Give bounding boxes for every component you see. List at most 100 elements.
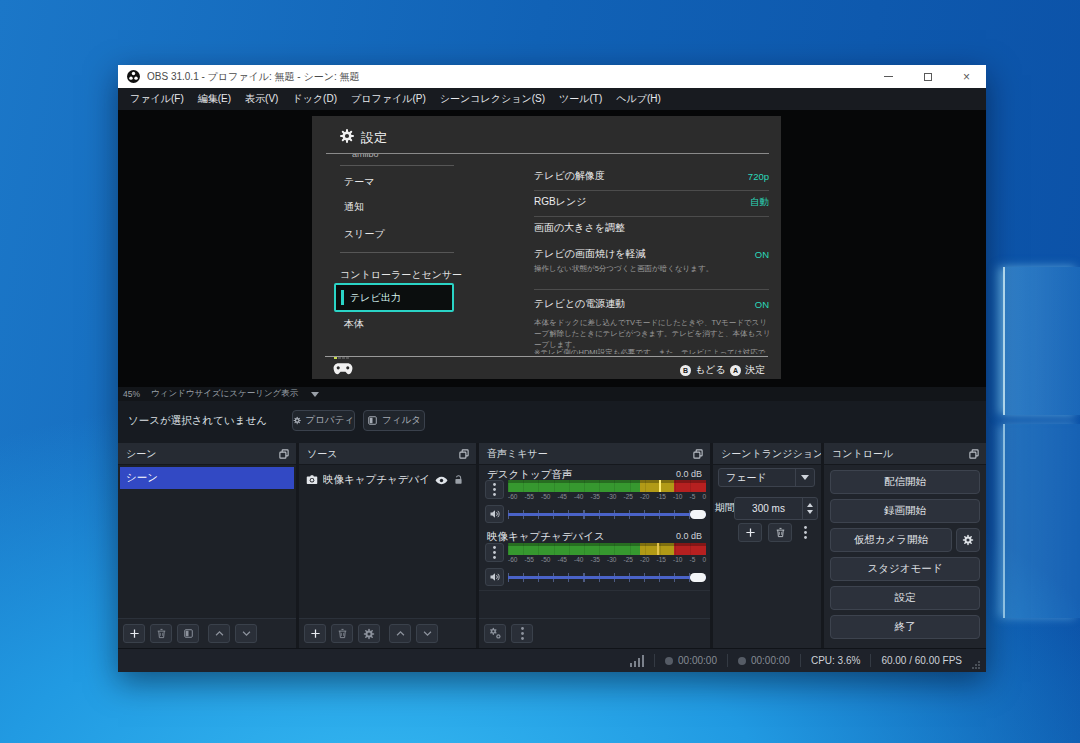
scene-item-selected[interactable]: シーン [120,467,294,489]
sources-dock-header: ソース [299,443,476,465]
scale-dropdown-caret-icon[interactable] [311,392,319,397]
minimize-button[interactable] [869,65,908,88]
settings-desc-burnin: 操作しない状態が5分つづくと画面が暗くなります。 [534,263,771,274]
menu-view[interactable]: 表示(V) [238,92,285,106]
source-name: 映像キャプチャデバイス [323,473,430,487]
duration-value: 300 ms [735,503,802,514]
volume-slider[interactable] [508,572,706,583]
sources-toolbar [299,618,476,648]
virtual-camera-settings-button[interactable] [956,528,980,552]
sidebar-item-sleep: スリープ [344,227,385,241]
menu-profile[interactable]: プロファイル(P) [344,92,433,106]
settings-button[interactable]: 設定 [830,586,980,610]
settings-title: 設定 [361,129,387,147]
popout-icon[interactable] [968,448,980,460]
source-toolbar: ソースが選択されていません プロパティ フィルタ [118,401,986,443]
controls-dock-title: コントロール [832,447,893,461]
sidebar-item-console: 本体 [344,317,364,331]
resize-grip[interactable] [972,661,980,672]
menubar: ファイル(F) 編集(E) 表示(V) ドック(D) プロファイル(P) シーン… [118,88,986,110]
preview-scale-bar: 45% ウィンドウサイズにスケーリング表示 [118,387,986,401]
maximize-button[interactable] [908,65,947,88]
transitions-dock-title: シーントランジション [721,447,821,461]
add-scene-button[interactable] [123,624,145,643]
mixer-separator [479,590,710,591]
channel-level: 0.0 dB [676,531,702,541]
settings-row-resolution: テレビの解像度720p [534,169,769,183]
lock-icon[interactable] [453,474,464,486]
menu-scene-collection[interactable]: シーンコレクション(S) [433,92,552,106]
mixer-body: デスクトップ音声 0.0 dB -60-55-50-45-40-35-30-25… [479,465,710,618]
remove-scene-button[interactable] [150,624,172,643]
scene-down-button[interactable] [235,624,257,643]
row-divider [534,190,769,191]
hint-ok: A 決定 [730,363,765,377]
peak-indicator [659,480,661,492]
sidebar-item-controllers: コントローラーとセンサー [340,268,462,282]
sidebar-divider [340,165,454,166]
remove-transition-button[interactable] [768,523,792,542]
settings-row-power-sync: テレビとの電源連動ON [534,297,769,311]
scenes-dock: シーン シーン [118,443,296,648]
menu-help[interactable]: ヘルプ(H) [609,92,668,106]
source-up-button[interactable] [389,624,411,643]
signal-icon [630,655,644,667]
sidebar-item-tv-output-selected: テレビ出力 [334,283,454,312]
menu-edit[interactable]: 編集(E) [191,92,238,106]
exit-button[interactable]: 終了 [830,615,980,639]
filters-button[interactable]: フィルタ [363,410,425,431]
properties-button[interactable]: プロパティ [292,410,355,431]
source-properties-button[interactable] [358,624,380,643]
volume-slider[interactable] [508,509,706,520]
transition-select[interactable]: フェード [718,468,815,487]
sidebar-item-theme: テーマ [344,175,374,189]
transition-menu-button[interactable] [797,523,813,542]
menu-docks[interactable]: ドック(D) [285,92,344,106]
volume-meter [508,543,706,555]
duration-spinner[interactable]: 300 ms [734,497,818,520]
popout-icon[interactable] [278,448,290,460]
slider-handle[interactable] [690,510,706,519]
start-streaming-button[interactable]: 配信開始 [830,470,980,494]
a-button-icon: A [730,365,741,376]
meter-scale: -60-55-50-45-40-35-30-25-20-15-10-50 [508,556,706,563]
spinner-arrows[interactable] [802,498,817,519]
source-down-button[interactable] [416,624,438,643]
popout-icon[interactable] [458,448,470,460]
remove-source-button[interactable] [331,624,353,643]
mute-speaker-button[interactable] [485,568,504,586]
meter-scale: -60-55-50-45-40-35-30-25-20-15-10-50 [508,493,706,500]
add-transition-button[interactable] [738,523,762,542]
record-icon [738,657,746,665]
scene-up-button[interactable] [208,624,230,643]
audio-mixer-dock: 音声ミキサー デスクトップ音声 0.0 dB -60-55-50-45-40-3… [479,443,710,648]
visibility-eye-icon[interactable] [435,474,448,487]
popout-icon[interactable] [692,448,704,460]
preview-area[interactable]: 設定 amiibo テーマ 通知 スリープ コントローラーとセンサー テレビ出力… [118,110,986,387]
start-virtual-camera-button[interactable]: 仮想カメラ開始 [830,528,952,552]
fps-counter: 60.00 / 60.00 FPS [881,655,962,666]
slider-handle[interactable] [690,573,706,582]
channel-menu-button[interactable] [485,543,504,562]
start-recording-button[interactable]: 録画開始 [830,499,980,523]
wallpaper-logo-pane-top [1003,267,1080,415]
mute-speaker-button[interactable] [485,505,504,523]
source-list: 映像キャプチャデバイス [299,465,476,618]
close-button[interactable]: × [947,65,986,88]
window-title: OBS 31.0.1 - プロファイル: 無題 - シーン: 無題 [147,70,359,84]
camera-icon [306,474,318,486]
add-source-button[interactable] [304,624,326,643]
sidebar-item-notifications: 通知 [344,200,364,214]
menu-file[interactable]: ファイル(F) [123,92,191,106]
studio-mode-button[interactable]: スタジオモード [830,557,980,581]
advanced-audio-button[interactable] [484,624,506,643]
scene-filters-button[interactable] [177,624,199,643]
mixer-dock-header: 音声ミキサー [479,443,710,465]
stream-timer: 00:00:00 [665,655,717,666]
settings-desc-power-sync: 本体をドックに差し込んでTVモードにしたときや、TVモードでスリープ解除したとき… [534,317,771,350]
menu-tools[interactable]: ツール(T) [552,92,609,106]
scale-mode-label[interactable]: ウィンドウサイズにスケーリング表示 [151,388,298,400]
channel-menu-button[interactable] [485,480,504,499]
source-item[interactable]: 映像キャプチャデバイス [299,470,476,490]
mixer-menu-button[interactable] [511,624,533,643]
